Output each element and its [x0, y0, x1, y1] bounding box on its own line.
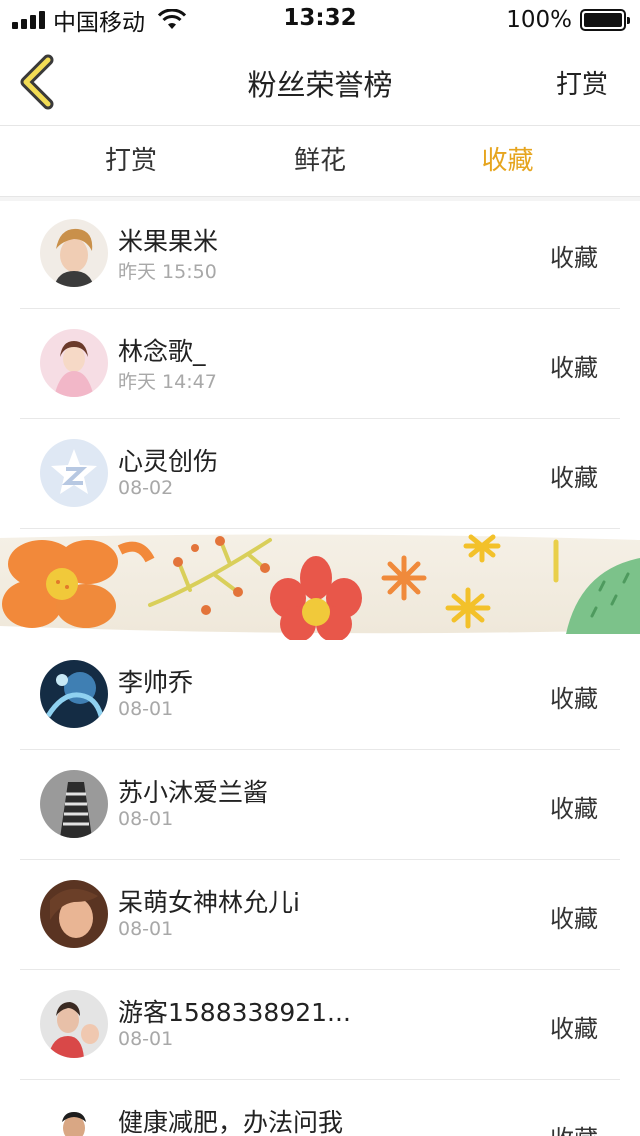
battery-icon	[580, 9, 630, 31]
nav-bar: 粉丝荣誉榜 打赏	[0, 40, 640, 126]
status-right: 100%	[506, 5, 630, 35]
action-label: 收藏	[550, 905, 598, 933]
user-name: 米果果米	[118, 227, 219, 256]
timestamp: 08-01	[118, 698, 174, 720]
list-item[interactable]: 游客1588338921... 08-01 收藏	[20, 970, 620, 1080]
list-item[interactable]: 米果果米 昨天 15:50 收藏	[20, 199, 620, 309]
action-label: 收藏	[550, 1119, 598, 1136]
timestamp: 08-02	[118, 477, 174, 499]
avatar	[40, 439, 108, 507]
tab-favorites[interactable]: 收藏	[375, 127, 640, 196]
list-item[interactable]: 呆萌女神林允儿i 08-01 收藏	[20, 860, 620, 970]
floral-banner[interactable]	[0, 530, 640, 640]
user-name: 健康减肥，办法问我	[118, 1108, 344, 1136]
action-label: 收藏	[550, 244, 598, 272]
list-item[interactable]: 苏小沐爱兰酱 08-01 收藏	[20, 750, 620, 860]
user-name: 心灵创伤	[118, 447, 219, 476]
reward-button[interactable]: 打赏	[556, 64, 608, 101]
status-bar: 中国移动 13:32 100%	[0, 0, 640, 40]
list-item[interactable]: 李帅乔 08-01 收藏	[20, 640, 620, 750]
tab-bar: 打赏 鲜花 收藏	[0, 127, 640, 197]
tab-reward[interactable]: 打赏	[0, 127, 265, 196]
action-label: 收藏	[550, 685, 598, 713]
timestamp: 08-01	[118, 808, 174, 830]
user-name: 苏小沐爱兰酱	[118, 778, 269, 807]
battery-percent: 100%	[506, 7, 572, 33]
action-label: 收藏	[550, 1015, 598, 1043]
list-item[interactable]: 林念歌_ 昨天 14:47 收藏	[20, 309, 620, 419]
flower-banner-image	[0, 530, 640, 640]
timestamp: 08-01	[118, 918, 174, 940]
avatar	[40, 770, 108, 838]
avatar	[40, 219, 108, 287]
avatar	[40, 990, 108, 1058]
action-label: 收藏	[550, 464, 598, 492]
action-label: 收藏	[550, 795, 598, 823]
user-name: 李帅乔	[118, 668, 194, 697]
avatar	[40, 880, 108, 948]
avatar	[40, 1100, 108, 1136]
user-name: 呆萌女神林允儿i	[118, 888, 300, 917]
list-item[interactable]: 健康减肥，办法问我 收藏	[20, 1080, 620, 1136]
avatar	[40, 329, 108, 397]
avatar	[40, 660, 108, 728]
page-title: 粉丝荣誉榜	[247, 68, 393, 102]
user-name: 林念歌_	[118, 337, 206, 366]
tab-flowers[interactable]: 鲜花	[265, 127, 375, 196]
action-label: 收藏	[550, 354, 598, 382]
timestamp: 昨天 14:47	[118, 371, 217, 393]
timestamp: 08-01	[118, 1028, 174, 1050]
list-item[interactable]: 心灵创伤 08-02 收藏	[20, 419, 620, 529]
timestamp: 昨天 15:50	[118, 261, 217, 283]
user-name: 游客1588338921...	[118, 998, 351, 1027]
